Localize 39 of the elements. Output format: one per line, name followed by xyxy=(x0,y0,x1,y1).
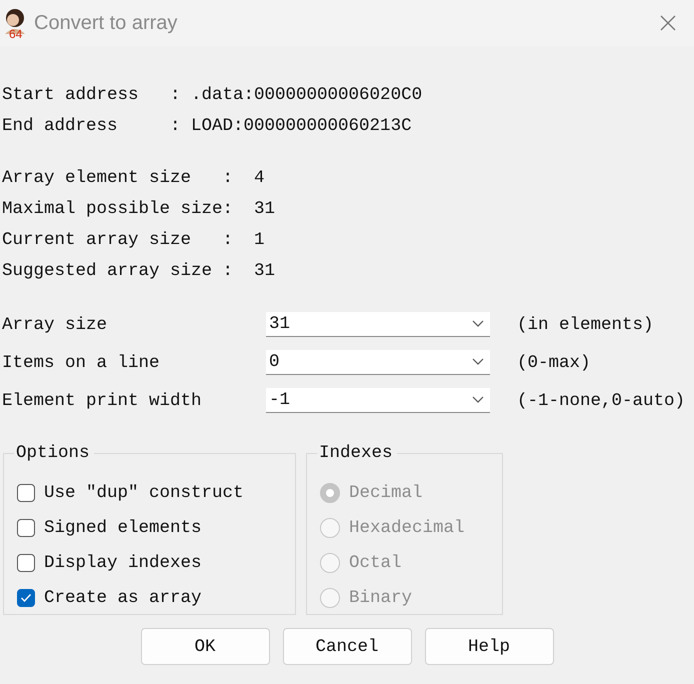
close-icon xyxy=(660,15,676,31)
hint-text: (in elements) xyxy=(517,314,655,334)
checkbox-label: Display indexes xyxy=(44,552,202,572)
chevron-down-icon xyxy=(472,358,484,366)
info-text: Array element size : 4 xyxy=(2,167,266,190)
checkbox-label: Use "dup" construct xyxy=(44,482,244,502)
dialog-button[interactable]: OK xyxy=(140,628,270,665)
dialog-button[interactable]: Help xyxy=(424,628,554,665)
badge-text: 64 xyxy=(9,28,22,40)
info-text: Start address : .data:00000000006020C0 xyxy=(2,84,424,107)
dialog-button[interactable]: Cancel xyxy=(282,628,412,665)
chevron-down-icon xyxy=(472,396,484,404)
checkbox[interactable] xyxy=(17,588,35,606)
info-text: Maximal possible size: 31 xyxy=(2,198,276,221)
checkbox-label: Signed elements xyxy=(44,518,202,538)
radio-label: Decimal xyxy=(349,482,423,502)
group-title: Indexes xyxy=(318,443,394,463)
field-label: Items on a line xyxy=(2,352,161,372)
info-text: End address : LOAD:000000000060213C xyxy=(2,115,413,138)
hint-text: (0-max) xyxy=(517,352,592,372)
info-text: Suggested array size : 31 xyxy=(2,260,276,283)
dropdown-field[interactable]: -1 xyxy=(266,388,490,413)
info-text: Current array size : 1 xyxy=(2,229,266,252)
group-title: Options xyxy=(15,443,91,463)
dropdown-field[interactable]: 31 xyxy=(266,312,490,337)
checkbox[interactable] xyxy=(17,518,35,536)
window-title: Convert to array xyxy=(34,12,178,34)
checkbox[interactable] xyxy=(17,484,35,502)
checkbox[interactable] xyxy=(17,554,35,572)
dropdown-field[interactable]: 0 xyxy=(266,350,490,375)
check-icon xyxy=(20,592,32,602)
radio-label: Binary xyxy=(349,588,412,608)
checkbox-label: Create as array xyxy=(44,588,202,608)
field-label: Element print width xyxy=(2,390,203,410)
radio-label: Octal xyxy=(349,552,402,572)
radio-label: Hexadecimal xyxy=(349,518,465,538)
field-label: Array size xyxy=(2,314,108,334)
hint-text: (-1-none,0-auto) xyxy=(517,390,686,410)
chevron-down-icon xyxy=(472,320,484,328)
